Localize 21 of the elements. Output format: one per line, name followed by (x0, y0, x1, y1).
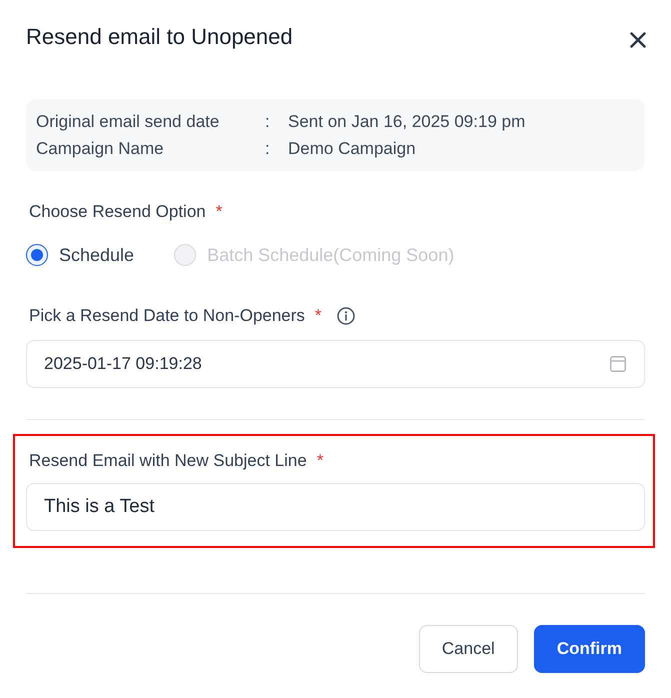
cancel-button[interactable]: Cancel (418, 625, 518, 673)
info-value: Demo Campaign (288, 138, 416, 160)
confirm-button[interactable]: Confirm (534, 625, 645, 673)
field-label: Resend Email with New Subject Line (29, 450, 307, 472)
dialog-title: Resend email to Unopened (26, 23, 293, 51)
required-mark: * (216, 201, 222, 223)
info-label: Campaign Name (36, 138, 165, 160)
info-value: Sent on Jan 16, 2025 09:19 pm (288, 110, 526, 133)
info-separator: : (265, 138, 271, 160)
field-label: Pick a Resend Date to Non-Openers (29, 305, 305, 327)
radio-option[interactable]: Schedule (26, 243, 134, 267)
subject-input[interactable]: This is a Test (26, 483, 645, 531)
required-mark: * (316, 450, 324, 472)
date-field[interactable]: 2025-01-17 09:19:28 (26, 340, 645, 388)
close-icon (630, 32, 646, 48)
info-icon[interactable] (336, 307, 355, 325)
required-mark: * (314, 305, 322, 327)
info-separator: : (265, 110, 271, 133)
field-label: Choose Resend Option (29, 201, 206, 223)
calendar-icon (610, 356, 626, 372)
info-label: Original email send date (36, 110, 220, 133)
